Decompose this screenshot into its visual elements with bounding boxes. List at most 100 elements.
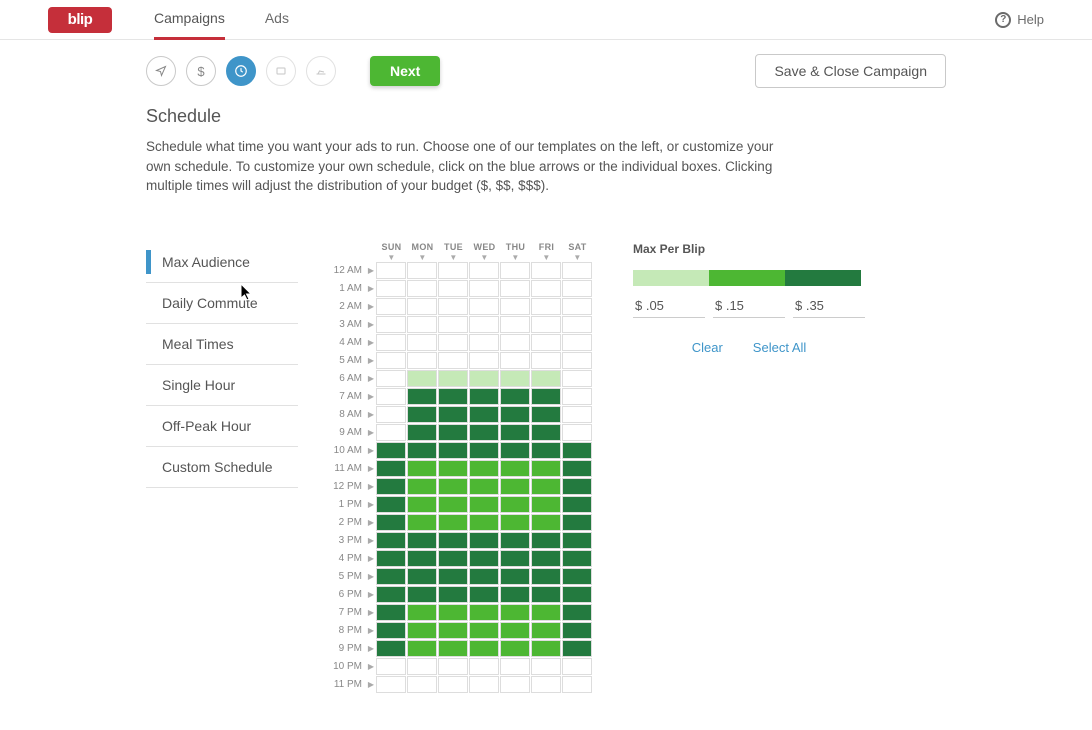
row-arrow-icon[interactable]: ▶ (366, 320, 376, 329)
price-high[interactable]: $ .35 (793, 294, 865, 318)
schedule-cell[interactable] (562, 532, 592, 549)
schedule-cell[interactable] (531, 640, 561, 657)
schedule-cell[interactable] (407, 478, 437, 495)
row-arrow-icon[interactable]: ▶ (366, 302, 376, 311)
day-header[interactable]: SAT▼ (562, 242, 593, 262)
row-arrow-icon[interactable]: ▶ (366, 464, 376, 473)
schedule-cell[interactable] (500, 514, 530, 531)
schedule-cell[interactable] (531, 298, 561, 315)
schedule-cell[interactable] (469, 676, 499, 693)
schedule-cell[interactable] (407, 424, 437, 441)
schedule-cell[interactable] (376, 316, 406, 333)
schedule-cell[interactable] (500, 586, 530, 603)
schedule-cell[interactable] (531, 550, 561, 567)
template-item[interactable]: Off-Peak Hour (146, 406, 298, 447)
schedule-cell[interactable] (407, 406, 437, 423)
schedule-cell[interactable] (500, 406, 530, 423)
schedule-cell[interactable] (438, 298, 468, 315)
schedule-cell[interactable] (500, 352, 530, 369)
schedule-cell[interactable] (500, 262, 530, 279)
row-arrow-icon[interactable]: ▶ (366, 392, 376, 401)
schedule-cell[interactable] (531, 406, 561, 423)
step-schedule[interactable] (226, 56, 256, 86)
schedule-cell[interactable] (376, 496, 406, 513)
schedule-cell[interactable] (376, 658, 406, 675)
schedule-cell[interactable] (531, 604, 561, 621)
schedule-cell[interactable] (376, 388, 406, 405)
schedule-cell[interactable] (500, 622, 530, 639)
row-arrow-icon[interactable]: ▶ (366, 518, 376, 527)
schedule-cell[interactable] (438, 532, 468, 549)
schedule-cell[interactable] (407, 334, 437, 351)
schedule-cell[interactable] (438, 550, 468, 567)
schedule-cell[interactable] (407, 550, 437, 567)
schedule-cell[interactable] (469, 262, 499, 279)
schedule-cell[interactable] (407, 280, 437, 297)
day-header[interactable]: THU▼ (500, 242, 531, 262)
schedule-cell[interactable] (562, 550, 592, 567)
schedule-cell[interactable] (376, 604, 406, 621)
schedule-cell[interactable] (376, 352, 406, 369)
schedule-cell[interactable] (469, 478, 499, 495)
schedule-cell[interactable] (376, 640, 406, 657)
schedule-cell[interactable] (500, 640, 530, 657)
schedule-cell[interactable] (500, 370, 530, 387)
row-arrow-icon[interactable]: ▶ (366, 410, 376, 419)
row-arrow-icon[interactable]: ▶ (366, 500, 376, 509)
schedule-cell[interactable] (407, 532, 437, 549)
schedule-cell[interactable] (531, 460, 561, 477)
schedule-cell[interactable] (531, 496, 561, 513)
schedule-cell[interactable] (500, 280, 530, 297)
schedule-cell[interactable] (469, 280, 499, 297)
schedule-cell[interactable] (500, 496, 530, 513)
schedule-cell[interactable] (500, 460, 530, 477)
day-header[interactable]: MON▼ (407, 242, 438, 262)
schedule-cell[interactable] (407, 640, 437, 657)
schedule-cell[interactable] (531, 658, 561, 675)
schedule-cell[interactable] (500, 676, 530, 693)
row-arrow-icon[interactable]: ▶ (366, 428, 376, 437)
step-creative[interactable] (266, 56, 296, 86)
schedule-cell[interactable] (407, 460, 437, 477)
row-arrow-icon[interactable]: ▶ (366, 572, 376, 581)
schedule-cell[interactable] (376, 442, 406, 459)
schedule-cell[interactable] (531, 676, 561, 693)
schedule-cell[interactable] (407, 370, 437, 387)
schedule-cell[interactable] (500, 532, 530, 549)
schedule-cell[interactable] (469, 640, 499, 657)
template-item[interactable]: Custom Schedule (146, 447, 298, 488)
schedule-cell[interactable] (376, 622, 406, 639)
schedule-cell[interactable] (531, 442, 561, 459)
schedule-cell[interactable] (407, 514, 437, 531)
schedule-cell[interactable] (500, 568, 530, 585)
schedule-cell[interactable] (531, 334, 561, 351)
schedule-cell[interactable] (376, 424, 406, 441)
row-arrow-icon[interactable]: ▶ (366, 266, 376, 275)
next-button[interactable]: Next (370, 56, 440, 86)
schedule-cell[interactable] (376, 334, 406, 351)
schedule-cell[interactable] (531, 532, 561, 549)
schedule-cell[interactable] (469, 514, 499, 531)
row-arrow-icon[interactable]: ▶ (366, 482, 376, 491)
schedule-cell[interactable] (562, 298, 592, 315)
schedule-cell[interactable] (469, 298, 499, 315)
schedule-cell[interactable] (469, 388, 499, 405)
schedule-cell[interactable] (407, 316, 437, 333)
schedule-cell[interactable] (500, 334, 530, 351)
schedule-cell[interactable] (531, 514, 561, 531)
schedule-cell[interactable] (438, 496, 468, 513)
schedule-cell[interactable] (438, 334, 468, 351)
schedule-cell[interactable] (531, 622, 561, 639)
schedule-cell[interactable] (562, 568, 592, 585)
step-budget[interactable]: $ (186, 56, 216, 86)
help-link[interactable]: ? Help (995, 12, 1044, 28)
schedule-cell[interactable] (407, 622, 437, 639)
schedule-cell[interactable] (562, 478, 592, 495)
schedule-cell[interactable] (469, 586, 499, 603)
schedule-cell[interactable] (469, 532, 499, 549)
schedule-cell[interactable] (500, 424, 530, 441)
schedule-cell[interactable] (407, 388, 437, 405)
schedule-cell[interactable] (469, 604, 499, 621)
schedule-cell[interactable] (438, 568, 468, 585)
day-header[interactable]: FRI▼ (531, 242, 562, 262)
